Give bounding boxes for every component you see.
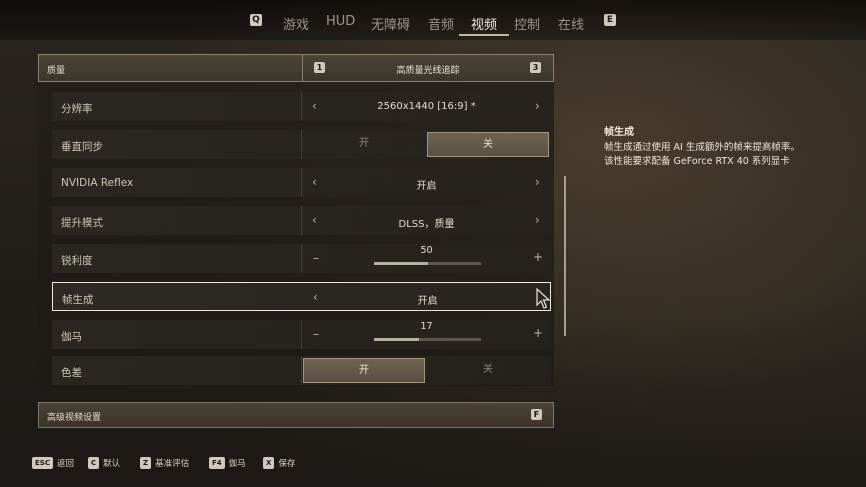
setting-gamma[interactable]: 伽马 – 17 + bbox=[52, 320, 551, 349]
tab-online[interactable]: 在线 bbox=[558, 14, 584, 33]
setting-chromatic-aberration[interactable]: 色差 开 关 bbox=[52, 356, 551, 385]
footer-key: C bbox=[88, 456, 100, 469]
plus-icon[interactable]: + bbox=[533, 326, 543, 340]
tab-game[interactable]: 游戏 bbox=[283, 14, 309, 33]
tab-controls[interactable]: 控制 bbox=[514, 14, 540, 33]
setting-description: 帧生成 帧生成通过使用 AI 生成额外的帧来提高帧率。 该性能要求配备 GeFo… bbox=[604, 123, 844, 169]
chevron-right-icon[interactable]: › bbox=[535, 213, 540, 227]
toggle-off-option[interactable]: 关 bbox=[427, 358, 549, 383]
description-line: 该性能要求配备 GeForce RTX 40 系列显卡 bbox=[604, 156, 790, 167]
scrollbar[interactable] bbox=[564, 176, 566, 336]
footer-key: X bbox=[263, 456, 275, 469]
footer-hint-benchmark[interactable]: Z 基准评估 bbox=[140, 452, 189, 471]
footer-key: Z bbox=[140, 456, 152, 469]
footer-label: 默认 bbox=[103, 458, 121, 469]
setting-sharpness[interactable]: 锐利度 – 50 + bbox=[52, 244, 551, 273]
active-tab-underline bbox=[459, 34, 509, 36]
toggle-off-option[interactable]: 关 bbox=[427, 132, 549, 157]
tab-video[interactable]: 视频 bbox=[471, 14, 497, 33]
footer-hint-back[interactable]: ESC 返回 bbox=[32, 452, 74, 471]
setting-upscaling-mode[interactable]: 提升模式 ‹ DLSS，质量 › bbox=[52, 206, 551, 235]
footer-hint-default[interactable]: C 默认 bbox=[88, 452, 120, 471]
quality-value: 高质量光线追踪 bbox=[396, 66, 460, 76]
divider bbox=[301, 356, 302, 385]
setting-nvidia-reflex[interactable]: NVIDIA Reflex ‹ 开启 › bbox=[52, 168, 551, 197]
description-line: 帧生成通过使用 AI 生成额外的帧来提高帧率。 bbox=[604, 142, 800, 153]
footer-hint-save[interactable]: X 保存 bbox=[263, 452, 295, 471]
toggle-on-option[interactable]: 开 bbox=[303, 358, 425, 383]
setting-label: 锐利度 bbox=[61, 255, 93, 267]
top-navigation: Q 游戏 HUD 无障碍 音频 视频 控制 在线 E bbox=[0, 0, 866, 40]
footer-key: ESC bbox=[32, 456, 53, 469]
divider bbox=[301, 130, 302, 159]
toggle-on-option[interactable]: 开 bbox=[303, 132, 425, 157]
tab-accessibility[interactable]: 无障碍 bbox=[371, 14, 410, 33]
advanced-label: 高级视频设置 bbox=[47, 413, 102, 423]
chevron-right-icon[interactable]: › bbox=[535, 99, 540, 113]
setting-label: 分辨率 bbox=[61, 103, 93, 115]
quality-next-key[interactable]: 3 bbox=[530, 62, 541, 73]
footer-label: 基准评估 bbox=[155, 458, 190, 469]
footer-label: 保存 bbox=[278, 458, 296, 469]
slider-track[interactable] bbox=[374, 338, 481, 341]
footer-key: F4 bbox=[209, 456, 225, 469]
plus-icon[interactable]: + bbox=[533, 250, 543, 264]
mouse-cursor-icon bbox=[536, 288, 551, 309]
setting-frame-generation[interactable]: 帧生成 ‹ 开启 › bbox=[52, 282, 551, 311]
advanced-video-settings-button[interactable]: 高级视频设置 F bbox=[38, 402, 554, 428]
prev-tab-key[interactable]: Q bbox=[250, 14, 262, 26]
slider-fill bbox=[374, 262, 428, 265]
slider-track[interactable] bbox=[374, 262, 481, 265]
setting-value: 2560x1440 [16:9] * bbox=[377, 101, 476, 112]
chevron-right-icon[interactable]: › bbox=[535, 175, 540, 189]
slider-value: 50 bbox=[420, 245, 433, 256]
tab-hud[interactable]: HUD bbox=[326, 14, 355, 29]
setting-vsync[interactable]: 垂直同步 开 关 bbox=[52, 130, 551, 159]
next-tab-key[interactable]: E bbox=[604, 14, 616, 26]
description-title: 帧生成 bbox=[604, 127, 634, 138]
footer-label: 伽马 bbox=[228, 458, 246, 469]
footer-hint-gamma[interactable]: F4 伽马 bbox=[209, 452, 246, 471]
setting-value: DLSS，质量 bbox=[398, 219, 455, 230]
setting-value: 开启 bbox=[416, 181, 437, 192]
advanced-key: F bbox=[531, 409, 542, 420]
setting-resolution[interactable]: 分辨率 ‹ 2560x1440 [16:9] * › bbox=[52, 92, 551, 121]
setting-value: 开启 bbox=[417, 296, 438, 307]
slider-fill bbox=[374, 338, 419, 341]
tab-audio[interactable]: 音频 bbox=[428, 14, 454, 33]
setting-label: NVIDIA Reflex bbox=[61, 177, 134, 189]
slider-value: 17 bbox=[420, 321, 433, 332]
quality-preset-row[interactable]: 质量 1 高质量光线追踪 3 bbox=[38, 54, 554, 82]
setting-label: 色差 bbox=[61, 367, 82, 379]
setting-label: 提升模式 bbox=[61, 217, 103, 229]
setting-label: 帧生成 bbox=[62, 294, 94, 306]
setting-label: 垂直同步 bbox=[61, 141, 103, 153]
quality-label: 质量 bbox=[47, 66, 66, 76]
setting-label: 伽马 bbox=[61, 331, 82, 343]
footer-label: 返回 bbox=[56, 458, 74, 469]
